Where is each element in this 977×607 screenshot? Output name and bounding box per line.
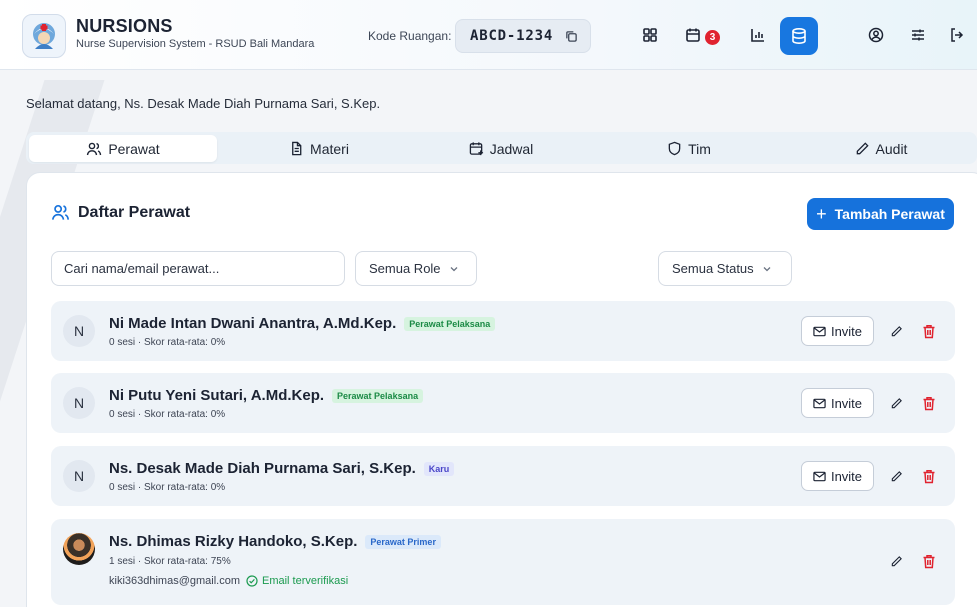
main-tabs: Perawat Materi Jadwal Tim Audit (26, 132, 977, 164)
settings-sliders-icon[interactable] (908, 25, 928, 45)
delete-icon[interactable] (920, 552, 938, 570)
nurse-name: Ni Made Intan Dwani Anantra, A.Md.Kep. (109, 315, 397, 332)
tab-audit[interactable]: Audit (801, 135, 961, 162)
mail-icon (813, 471, 826, 481)
nurse-logo-icon (33, 23, 55, 49)
calendar-plus-icon (469, 142, 483, 156)
role-badge: Perawat Primer (365, 534, 441, 549)
mail-icon (813, 398, 826, 408)
nurse-stats: 0 sesi · Skor rata-rata: 0% (109, 409, 226, 420)
edit-icon[interactable] (887, 467, 905, 485)
nurse-row: N Ns. Desak Made Diah Purnama Sari, S.Ke… (51, 446, 955, 506)
search-input[interactable] (51, 251, 345, 286)
brand: NURSIONS Nurse Supervision System - RSUD… (76, 16, 314, 50)
brand-subtitle: Nurse Supervision System - RSUD Bali Man… (76, 38, 315, 50)
app-logo[interactable] (22, 14, 66, 58)
check-circle-icon (246, 575, 258, 587)
invite-button[interactable]: Invite (801, 388, 874, 418)
tab-label: Materi (310, 140, 349, 157)
nurse-email: kiki363dhimas@gmail.com (109, 575, 240, 587)
users-icon (87, 142, 102, 155)
plus-icon: + (816, 204, 827, 224)
welcome-message: Selamat datang, Ns. Desak Made Diah Purn… (26, 96, 381, 111)
edit-icon[interactable] (887, 322, 905, 340)
room-code-label: Kode Ruangan: (368, 29, 452, 43)
brand-title: NURSIONS (76, 16, 173, 36)
nurse-name-line: Ns. Desak Made Diah Purnama Sari, S.Kep.… (109, 460, 455, 477)
edit-icon[interactable] (887, 394, 905, 412)
user-profile-icon[interactable] (866, 25, 886, 45)
database-icon (792, 27, 806, 45)
avatar: N (63, 315, 95, 347)
database-button[interactable] (780, 17, 818, 55)
delete-icon[interactable] (920, 394, 938, 412)
email-line: kiki363dhimas@gmail.com Email terverifik… (109, 575, 348, 587)
tab-label: Tim (688, 140, 711, 157)
mail-icon (813, 326, 826, 336)
top-header: NURSIONS Nurse Supervision System - RSUD… (0, 0, 977, 70)
shield-icon (668, 141, 681, 156)
tab-label: Jadwal (489, 140, 534, 157)
status-filter-value: Semua Status (672, 261, 754, 276)
document-icon (292, 141, 302, 156)
verified-status: Email terverifikasi (246, 575, 348, 587)
invite-label: Invite (830, 323, 863, 339)
add-nurse-label: Tambah Perawat (834, 206, 945, 222)
nurse-list-card: Daftar Perawat + Tambah Perawat Semua Ro… (26, 172, 977, 607)
nurse-name: Ns. Dhimas Rizky Handoko, S.Kep. (109, 533, 358, 550)
role-filter-value: Semua Role (369, 261, 441, 276)
nurse-stats: 0 sesi · Skor rata-rata: 0% (109, 337, 226, 348)
notification-badge: 3 (705, 30, 720, 45)
nurse-name: Ns. Desak Made Diah Purnama Sari, S.Kep. (109, 460, 416, 477)
card-title-text: Daftar Perawat (78, 203, 191, 221)
invite-label: Invite (830, 395, 863, 411)
tab-perawat[interactable]: Perawat (29, 135, 217, 162)
room-code-box: ABCD-1234 (455, 19, 591, 53)
role-badge: Karu (423, 461, 455, 476)
nurse-row: N Ni Putu Yeni Sutari, A.Md.Kep. Perawat… (51, 373, 955, 433)
invite-label: Invite (830, 468, 863, 484)
calendar-icon[interactable] (683, 25, 703, 45)
tab-label: Perawat (108, 140, 160, 157)
chevron-down-icon (450, 266, 458, 271)
delete-icon[interactable] (920, 322, 938, 340)
avatar: N (63, 387, 95, 419)
edit-icon[interactable] (887, 552, 905, 570)
bar-chart-icon[interactable] (748, 25, 768, 45)
nurse-stats: 0 sesi · Skor rata-rata: 0% (109, 482, 226, 493)
nurse-row: N Ni Made Intan Dwani Anantra, A.Md.Kep.… (51, 301, 955, 361)
card-title: Daftar Perawat (51, 203, 190, 222)
users-icon (51, 205, 70, 220)
role-badge: Perawat Pelaksana (332, 388, 424, 403)
room-code-value: ABCD-1234 (470, 28, 554, 44)
copy-icon[interactable] (565, 30, 578, 48)
nurse-stats: 1 sesi · Skor rata-rata: 75% (109, 556, 231, 567)
status-filter-select[interactable]: Semua Status (658, 251, 792, 286)
invite-button[interactable]: Invite (801, 461, 874, 491)
nurse-name: Ni Putu Yeni Sutari, A.Md.Kep. (109, 387, 325, 404)
delete-icon[interactable] (920, 467, 938, 485)
tab-jadwal[interactable]: Jadwal (426, 135, 576, 162)
nurse-name-line: Ni Putu Yeni Sutari, A.Md.Kep. Perawat P… (109, 387, 424, 404)
verified-label: Email terverifikasi (262, 575, 349, 587)
nurse-name-line: Ni Made Intan Dwani Anantra, A.Md.Kep. P… (109, 315, 496, 332)
dashboard-grid-icon[interactable] (640, 25, 660, 45)
avatar-photo (63, 533, 95, 565)
tab-materi[interactable]: Materi (244, 135, 394, 162)
add-nurse-button[interactable]: + Tambah Perawat (807, 198, 954, 230)
chevron-down-icon (763, 266, 771, 271)
nurse-name-line: Ns. Dhimas Rizky Handoko, S.Kep. Perawat… (109, 533, 441, 550)
logout-icon[interactable] (947, 25, 967, 45)
tab-label: Audit (875, 140, 908, 157)
role-filter-select[interactable]: Semua Role (355, 251, 477, 286)
invite-button[interactable]: Invite (801, 316, 874, 346)
avatar: N (63, 460, 95, 492)
tab-tim[interactable]: Tim (614, 135, 764, 162)
role-badge: Perawat Pelaksana (404, 316, 496, 331)
pencil-icon (856, 142, 869, 155)
nurse-row: Ns. Dhimas Rizky Handoko, S.Kep. Perawat… (51, 519, 955, 605)
